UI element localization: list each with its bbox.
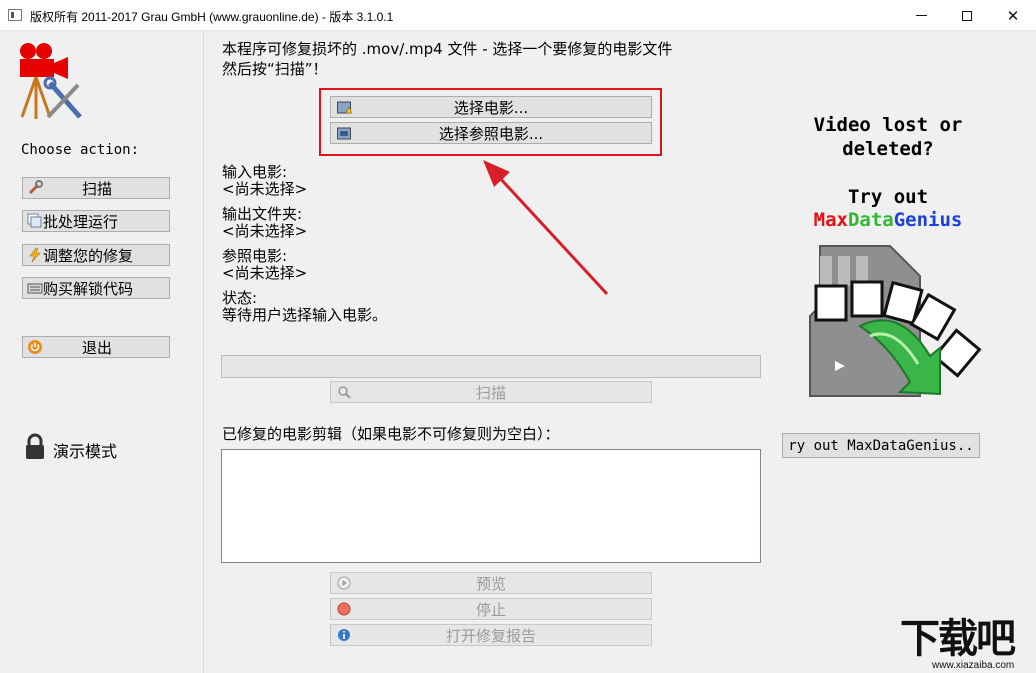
batch-run-label: 批处理运行 [43, 212, 119, 231]
input-movie-value: <尚未选择> [222, 180, 308, 198]
watermark-url: www.xiazaiba.com [932, 660, 1015, 671]
watermark-logo: 下载吧 [900, 616, 1016, 662]
adjust-repair-label: 调整您的修复 [43, 246, 134, 265]
maximize-icon [962, 10, 972, 21]
instruction-text: 本程序可修复损坏的 .mov/.mp4 文件 - 选择一个要修复的电影文件 然后… [222, 39, 672, 79]
try-maxdatagenius-label: ry out MaxDataGenius.. [788, 437, 974, 454]
buy-unlock-code-button[interactable]: 购买解锁代码 [22, 277, 170, 299]
output-folder-info: 输出文件夹: <尚未选择> [222, 206, 307, 240]
play-icon [337, 576, 351, 590]
minimize-icon [915, 15, 927, 16]
app-icon [8, 9, 22, 21]
status-info: 状态: 等待用户选择输入电影。 [222, 290, 387, 324]
status-label: 状态: [222, 289, 258, 307]
open-report-button[interactable]: 打开修复报告 [330, 624, 652, 646]
instruction-line-1: 本程序可修复损坏的 .mov/.mp4 文件 - 选择一个要修复的电影文件 [222, 40, 673, 58]
wrench-icon [27, 180, 43, 196]
exit-button[interactable]: 退出 [22, 336, 170, 358]
output-folder-value: <尚未选择> [222, 222, 308, 240]
sd-card-film-icon [809, 245, 982, 397]
stop-label: 停止 [475, 600, 506, 619]
select-reference-movie-label: 选择参照电影... [438, 124, 544, 143]
red-arrow-icon [483, 160, 609, 296]
magnifier-icon [338, 386, 351, 399]
window-title: 版权所有 2011-2017 Grau GmbH (www.grauonline… [30, 10, 394, 24]
scan-label: 扫描 [475, 383, 506, 402]
exit-label: 退出 [81, 338, 112, 357]
input-movie-label: 输入电影: [222, 163, 288, 181]
ad-line-1: Video lost or [813, 114, 963, 136]
info-icon [338, 629, 350, 641]
reference-movie-info: 参照电影: <尚未选择> [222, 248, 307, 282]
status-value: 等待用户选择输入电影。 [222, 306, 388, 324]
lock-icon [26, 433, 44, 459]
preview-button[interactable]: 预览 [330, 572, 652, 594]
keyboard-icon [27, 280, 43, 296]
ad-try-out: Try out [847, 186, 929, 208]
buy-unlock-code-label: 购买解锁代码 [43, 279, 134, 298]
preview-label: 预览 [475, 574, 506, 593]
demo-mode-label: 演示模式 [53, 442, 118, 461]
input-movie-info: 输入电影: <尚未选择> [222, 164, 307, 198]
adjust-repair-button[interactable]: 调整您的修复 [22, 244, 170, 266]
stop-button[interactable]: 停止 [330, 598, 652, 620]
instruction-line-2: 然后按“扫描”！ [222, 60, 328, 78]
ad-line-2: deleted? [842, 138, 934, 160]
reference-movie-value: <尚未选择> [222, 264, 308, 282]
sidebar: Choose action: 扫描 批处理运行 调整您的修复 购买解锁代码 退出… [0, 31, 204, 673]
batch-icon [27, 213, 43, 229]
ad-brand-data: Data [847, 209, 894, 231]
batch-run-button[interactable]: 批处理运行 [22, 210, 170, 232]
close-button[interactable]: ✕ [990, 0, 1036, 31]
repaired-clips-list[interactable] [221, 449, 761, 563]
reference-movie-icon [337, 127, 351, 140]
open-report-label: 打开修复报告 [445, 626, 536, 645]
select-reference-movie-button[interactable]: 选择参照电影... [330, 122, 652, 144]
try-maxdatagenius-button[interactable]: ry out MaxDataGenius.. [782, 433, 980, 458]
choose-action-label: Choose action: [21, 142, 140, 158]
close-icon: ✕ [1006, 6, 1020, 25]
ad-brand-genius: Genius [893, 209, 963, 231]
lightning-icon [27, 247, 43, 263]
ad-headline: Video lost or deleted? [790, 113, 986, 161]
reference-movie-label: 参照电影: [222, 247, 288, 265]
minimize-button[interactable] [898, 0, 944, 31]
repaired-clips-label: 已修复的电影剪辑（如果电影不可修复则为空白）： [222, 425, 560, 443]
camera-repair-logo-icon [20, 43, 82, 119]
ad-brand: MaxDataGenius [790, 209, 986, 231]
stop-icon [337, 602, 351, 616]
maximize-button[interactable] [944, 0, 990, 31]
ad-brand-max: Max [813, 209, 848, 231]
power-icon [27, 339, 43, 355]
open-movie-icon [337, 101, 352, 114]
select-movie-label: 选择电影... [453, 98, 529, 117]
output-folder-label: 输出文件夹: [222, 205, 303, 223]
title-bar: 版权所有 2011-2017 Grau GmbH (www.grauonline… [0, 0, 1036, 31]
progress-bar [221, 355, 761, 378]
scan-side-button[interactable]: 扫描 [22, 177, 170, 199]
scan-side-label: 扫描 [81, 179, 112, 198]
scan-button[interactable]: 扫描 [330, 381, 652, 403]
select-movie-button[interactable]: 选择电影... [330, 96, 652, 118]
